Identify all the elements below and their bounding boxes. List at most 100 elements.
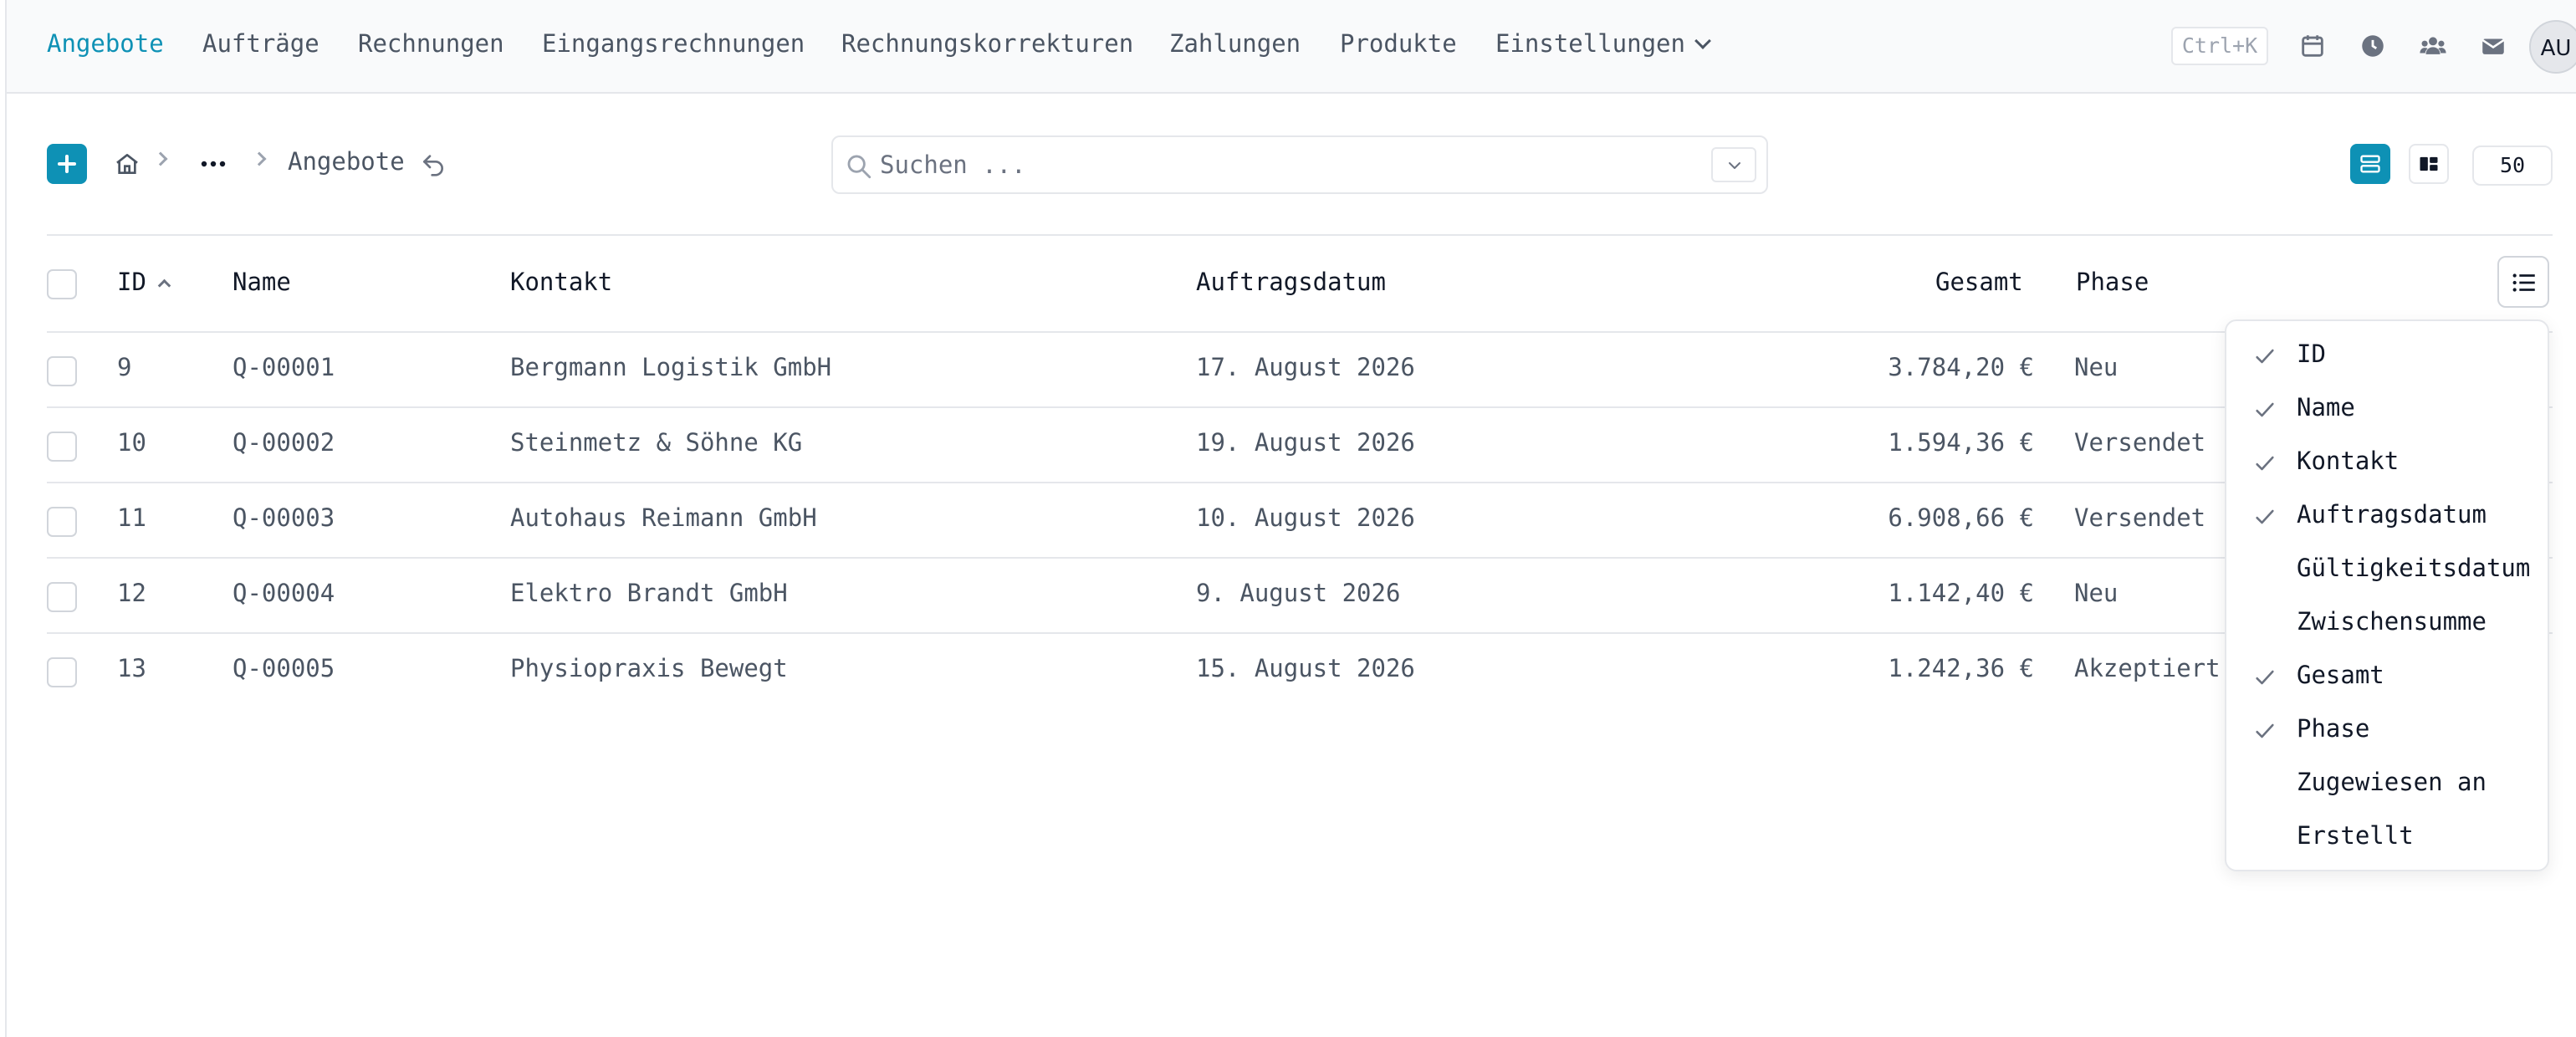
check-icon (2256, 402, 2274, 417)
cell-phase: Neu (2074, 579, 2119, 607)
sort-ascending-icon (157, 278, 171, 293)
row-divider (47, 482, 2553, 483)
column-settings-button[interactable] (2497, 256, 2549, 308)
row-checkbox[interactable] (47, 432, 77, 462)
column-option-phase[interactable]: Phase (2226, 704, 2548, 758)
undo-icon[interactable] (420, 151, 447, 177)
search-bar (831, 135, 1768, 194)
breadcrumb-current: Angebote (288, 147, 405, 176)
cell-gesamt: 1.142,40 € (1888, 579, 2034, 607)
nav-item-rechnungskorrekturen[interactable]: Rechnungskorrekturen (841, 28, 1133, 59)
nav-item-einstellungen-label: Einstellungen (1495, 29, 1685, 58)
chevron-down-icon (1694, 33, 1711, 49)
column-header-phase[interactable]: Phase (2076, 268, 2149, 296)
mail-icon[interactable] (2479, 32, 2507, 60)
column-header-kontakt[interactable]: Kontakt (510, 268, 612, 296)
column-option-label: Name (2297, 393, 2355, 421)
command-shortcut-hint[interactable]: Ctrl+K (2171, 27, 2268, 65)
row-checkbox[interactable] (47, 507, 77, 537)
cell-datum: 9. August 2026 (1196, 579, 1401, 607)
column-option-label: Auftragsdatum (2297, 500, 2487, 529)
cell-phase: Akzeptiert (2074, 654, 2221, 682)
add-quote-button[interactable] (47, 144, 87, 184)
column-option-label: Gesamt (2297, 661, 2384, 689)
calendar-icon[interactable] (2298, 32, 2327, 60)
row-checkbox[interactable] (47, 582, 77, 612)
column-header-name[interactable]: Name (233, 268, 291, 296)
list-view-icon (2360, 155, 2380, 173)
nav-item-einstellungen[interactable]: Einstellungen (1495, 28, 1711, 59)
column-option-kontakt[interactable]: Kontakt (2226, 437, 2548, 490)
nav-item-auftraege[interactable]: Aufträge (202, 28, 319, 59)
column-header-id[interactable]: ID (117, 268, 171, 296)
row-checkbox[interactable] (47, 356, 77, 386)
column-option-gueltigkeitsdatum[interactable]: Gültigkeitsdatum (2226, 544, 2548, 597)
cell-name: Q-00005 (233, 654, 335, 682)
column-header-auftragsdatum[interactable]: Auftragsdatum (1196, 268, 1386, 296)
users-icon[interactable] (2419, 32, 2447, 60)
row-checkbox[interactable] (47, 657, 77, 687)
cell-id: 10 (117, 428, 146, 457)
search-icon (847, 155, 871, 179)
nav-item-produkte[interactable]: Produkte (1340, 28, 1457, 59)
column-header-gesamt[interactable]: Gesamt (1935, 268, 2023, 296)
table-header-divider (47, 331, 2553, 333)
column-option-label: Gültigkeitsdatum (2297, 554, 2531, 582)
cell-phase: Versendet (2074, 428, 2206, 457)
nav-item-zahlungen[interactable]: Zahlungen (1169, 28, 1301, 59)
row-divider (47, 406, 2553, 408)
list-view-button[interactable] (2350, 144, 2390, 184)
cell-kontakt: Autohaus Reimann GmbH (510, 503, 817, 532)
cell-name: Q-00001 (233, 353, 335, 381)
cell-gesamt: 1.242,36 € (1888, 654, 2034, 682)
clock-icon[interactable] (2359, 32, 2387, 60)
column-option-label: Kontakt (2297, 447, 2400, 475)
column-option-zwischensumme[interactable]: Zwischensumme (2226, 597, 2548, 651)
row-divider (47, 632, 2553, 634)
nav-item-eingangsrechnungen[interactable]: Eingangsrechnungen (542, 28, 805, 59)
column-option-label: Erstellt (2297, 821, 2414, 850)
user-avatar[interactable]: AU (2529, 20, 2576, 74)
column-list-icon (2512, 273, 2535, 292)
top-navigation: Angebote Aufträge Rechnungen Eingangsrec… (7, 0, 2576, 94)
column-option-label: Zugewiesen an (2297, 768, 2487, 796)
board-view-button[interactable] (2409, 144, 2449, 184)
column-option-label: Zwischensumme (2297, 607, 2487, 636)
cell-datum: 15. August 2026 (1196, 654, 1415, 682)
window-edge (0, 0, 7, 1037)
cell-id: 9 (117, 353, 132, 381)
cell-phase: Neu (2074, 353, 2119, 381)
column-option-id[interactable]: ID (2226, 329, 2548, 383)
cell-kontakt: Physiopraxis Bewegt (510, 654, 788, 682)
check-icon (2256, 456, 2274, 471)
cell-gesamt: 6.908,66 € (1888, 503, 2034, 532)
cell-name: Q-00003 (233, 503, 335, 532)
column-visibility-menu: ID Name Kontakt Auftragsdatum Gültigkeit… (2225, 319, 2549, 871)
check-icon (2256, 723, 2274, 738)
column-option-zugewiesen-an[interactable]: Zugewiesen an (2226, 758, 2548, 811)
cell-kontakt: Bergmann Logistik GmbH (510, 353, 832, 381)
search-options-button[interactable] (1711, 147, 1756, 182)
cell-name: Q-00002 (233, 428, 335, 457)
nav-item-angebote[interactable]: Angebote (47, 28, 164, 59)
home-icon[interactable] (114, 151, 141, 177)
more-horizontal-icon[interactable] (199, 156, 227, 172)
column-option-label: Phase (2297, 714, 2370, 743)
cell-gesamt: 3.784,20 € (1888, 353, 2034, 381)
cell-gesamt: 1.594,36 € (1888, 428, 2034, 457)
cell-kontakt: Elektro Brandt GmbH (510, 579, 788, 607)
column-option-label: ID (2297, 340, 2326, 368)
nav-item-rechnungen[interactable]: Rechnungen (358, 28, 504, 59)
cell-phase: Versendet (2074, 503, 2206, 532)
cell-kontakt: Steinmetz & Söhne KG (510, 428, 803, 457)
select-all-checkbox[interactable] (47, 269, 77, 299)
page-size-selector[interactable]: 50 (2472, 146, 2553, 186)
column-option-gesamt[interactable]: Gesamt (2226, 651, 2548, 704)
search-input[interactable] (880, 146, 1683, 184)
column-option-erstellt[interactable]: Erstellt (2226, 811, 2548, 865)
column-option-name[interactable]: Name (2226, 383, 2548, 437)
check-icon (2256, 349, 2274, 364)
row-divider (47, 557, 2553, 559)
board-view-icon (2420, 156, 2438, 171)
column-option-auftragsdatum[interactable]: Auftragsdatum (2226, 490, 2548, 544)
